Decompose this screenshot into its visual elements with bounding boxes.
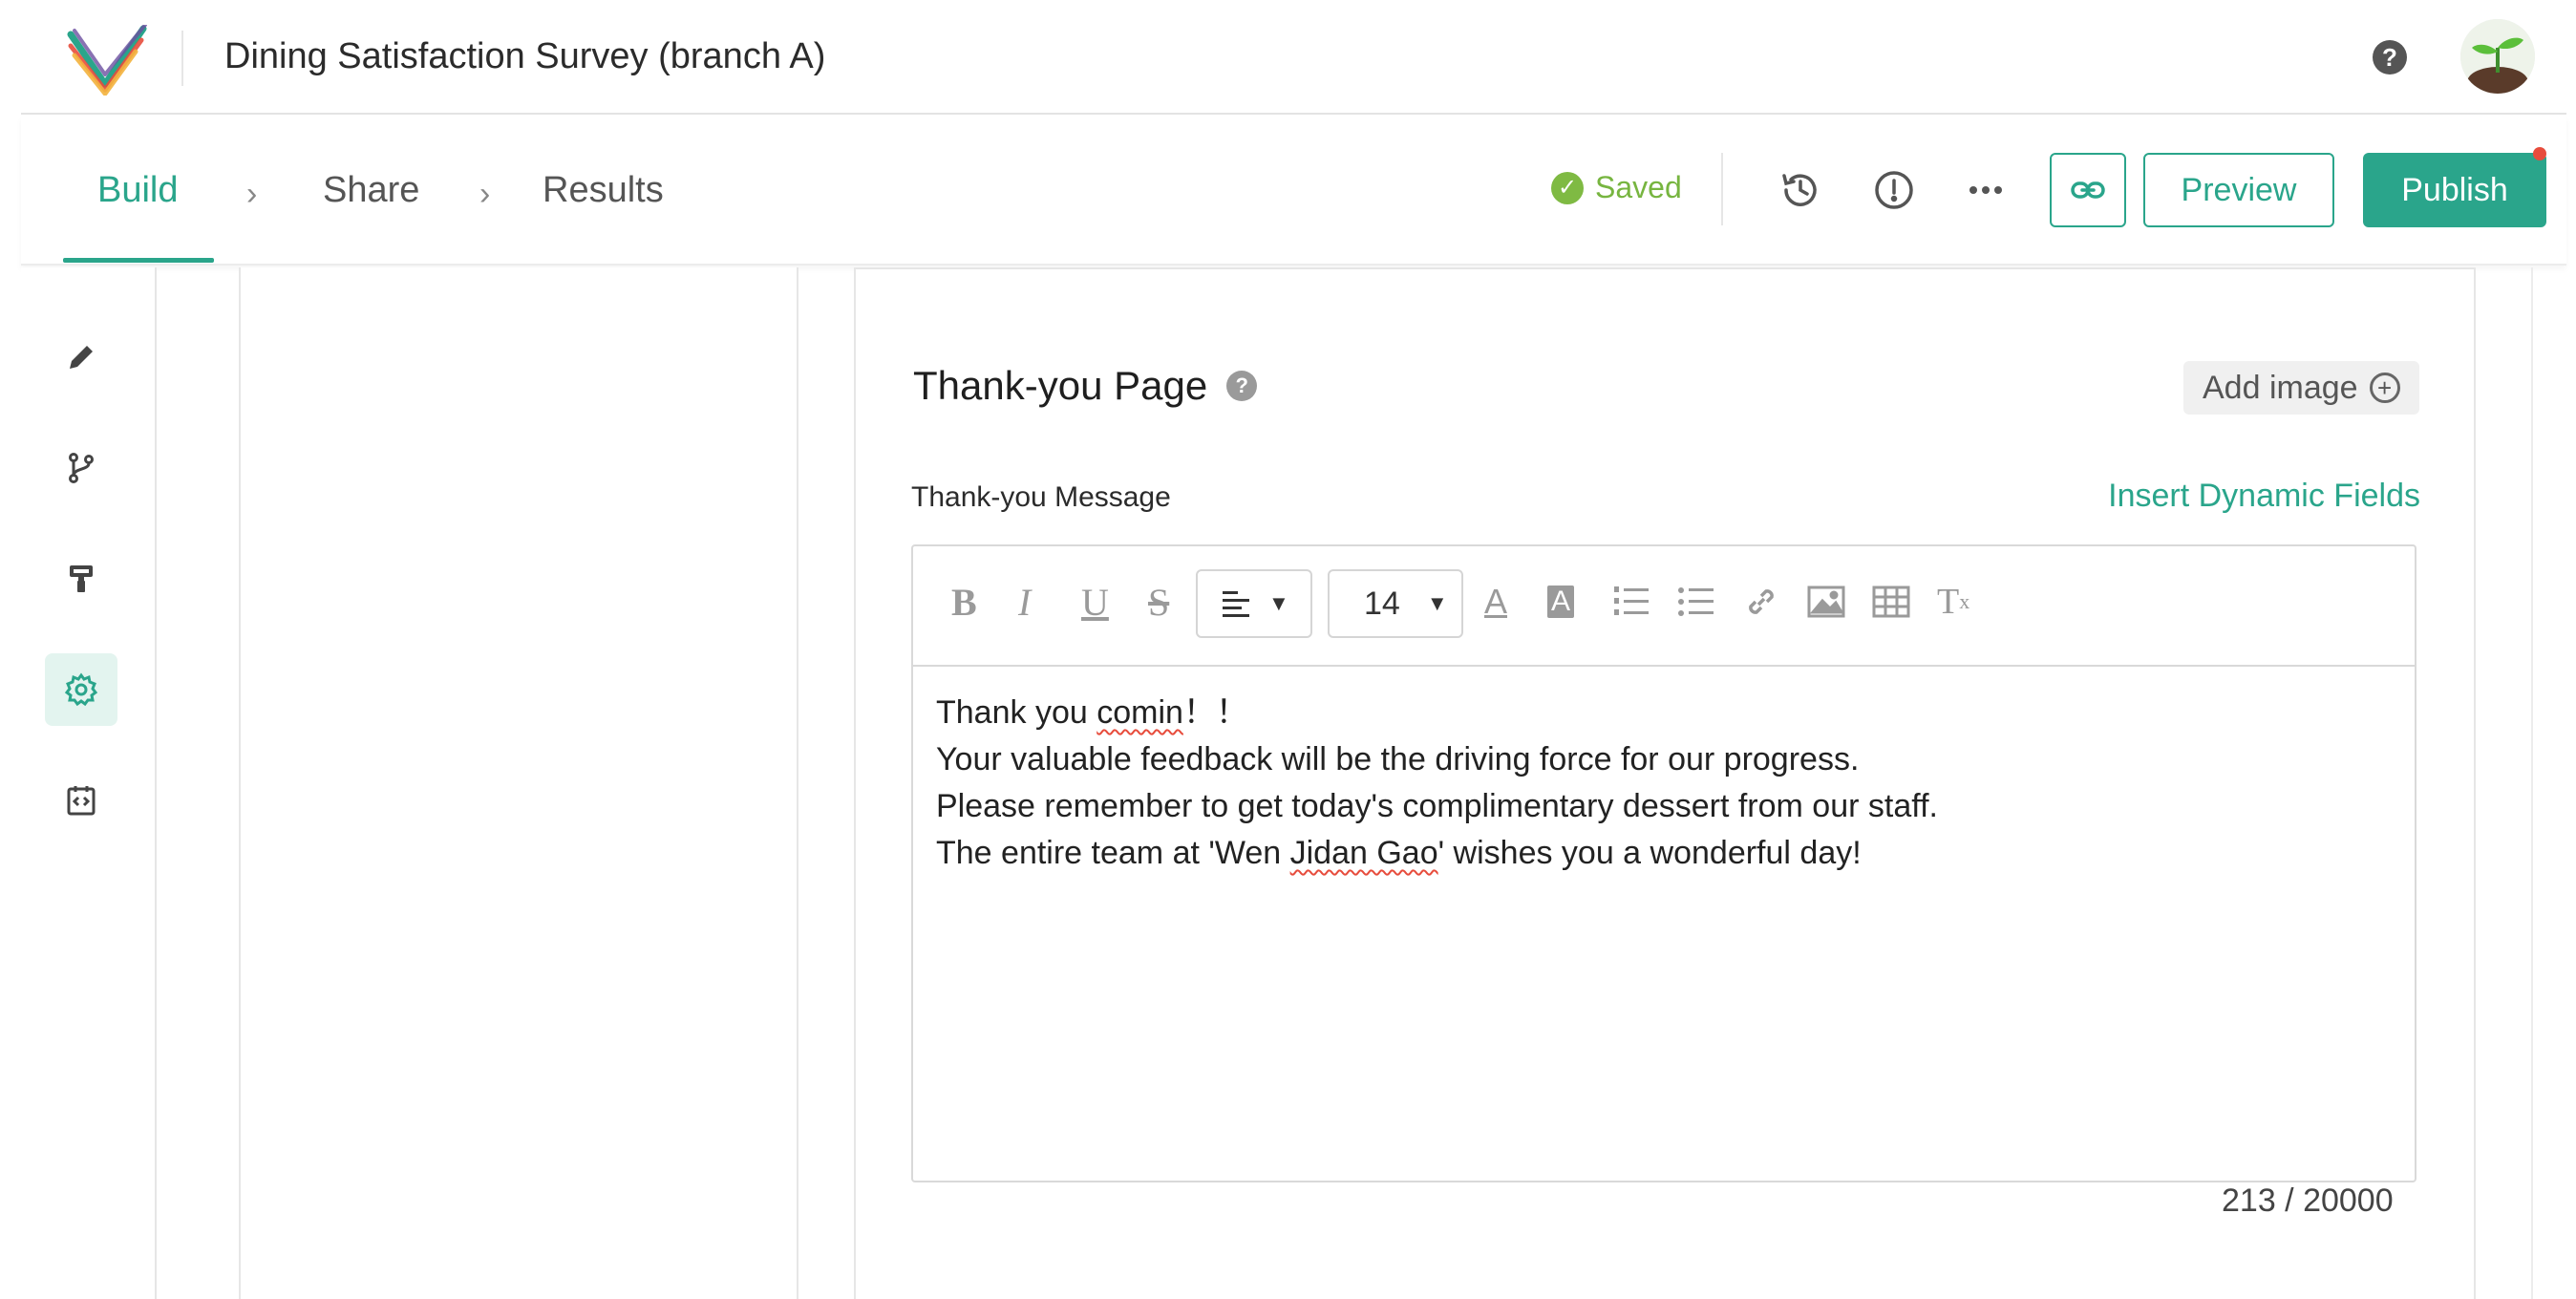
chevron-right-icon: › — [246, 176, 258, 212]
message-line: The entire team at 'Wen Jidan Gao' wishe… — [936, 835, 1862, 871]
editor-toolbar: B I U S ▼ 14 ▼ A A T x — [913, 546, 2415, 667]
caret-down-icon: ▼ — [1426, 591, 1448, 615]
question-list-panel — [239, 267, 798, 1299]
insert-image-icon[interactable] — [1807, 573, 1845, 630]
align-left-icon — [1223, 591, 1249, 617]
message-label: Thank-you Message — [911, 481, 1171, 513]
strikethrough-icon[interactable]: S — [1148, 573, 1169, 630]
chevron-right-icon: › — [479, 176, 491, 212]
rich-text-editor[interactable]: B I U S ▼ 14 ▼ A A T x Thank you comin！！… — [911, 544, 2416, 1182]
gear-icon — [64, 672, 98, 707]
message-content[interactable]: Thank you comin！！ Your valuable feedback… — [913, 667, 2415, 900]
more-icon[interactable] — [1962, 166, 2010, 214]
link-icon — [2071, 181, 2105, 199]
add-image-label: Add image — [2203, 369, 2358, 406]
font-size-dropdown[interactable]: 14 ▼ — [1328, 569, 1463, 638]
rail-item-settings[interactable] — [45, 653, 117, 726]
save-status: ✓ Saved — [1551, 170, 1682, 205]
bullet-list-icon[interactable] — [1677, 573, 1715, 630]
message-line: Your valuable feedback will be the drivi… — [936, 741, 1860, 777]
user-avatar[interactable] — [2460, 19, 2535, 94]
message-line: Thank you comin！！ — [936, 694, 1248, 731]
highlight-color-icon[interactable]: A — [1547, 573, 1575, 630]
paint-roller-icon — [70, 565, 93, 592]
survey-title: Dining Satisfaction Survey (branch A) — [224, 36, 826, 76]
plus-circle-icon: + — [2369, 373, 2400, 403]
thankyou-page-title: Thank-you Page — [913, 363, 1208, 408]
rail-item-edit[interactable] — [45, 321, 117, 394]
caret-down-icon: ▼ — [1268, 591, 1289, 615]
section-title: Thank-you Page ? — [913, 363, 1258, 409]
active-step-indicator — [63, 258, 214, 263]
top-header: Dining Satisfaction Survey (branch A) ? — [21, 0, 2566, 115]
rail-item-theme[interactable] — [45, 543, 117, 615]
font-size-value: 14 — [1364, 585, 1400, 622]
rail-item-logic[interactable] — [45, 432, 117, 504]
saved-label: Saved — [1595, 170, 1682, 204]
app-logo-icon[interactable] — [67, 23, 147, 96]
left-sidebar — [21, 267, 157, 1299]
scrollbar-track[interactable] — [2531, 267, 2533, 1299]
insert-link-icon[interactable] — [1742, 573, 1780, 630]
branch-icon — [69, 453, 94, 483]
step-toolbar: Build › Share › Results ✓ Saved Preview … — [21, 117, 2566, 266]
underline-icon[interactable]: U — [1081, 573, 1109, 630]
question-help-icon[interactable]: ? — [1226, 371, 1258, 401]
message-line: Please remember to get today's complimen… — [936, 788, 1938, 824]
code-icon — [67, 786, 96, 816]
publish-button[interactable]: Publish — [2363, 153, 2546, 227]
thankyou-settings-card: Thank-you Page ? Add image + Thank-you M… — [854, 267, 2476, 1299]
align-dropdown[interactable]: ▼ — [1196, 569, 1312, 638]
step-share[interactable]: Share — [323, 170, 419, 211]
character-counter: 213 / 20000 — [2222, 1182, 2394, 1219]
spellcheck-flag: Jidan Gao — [1289, 835, 1438, 871]
help-icon[interactable]: ? — [2373, 40, 2407, 75]
check-circle-icon: ✓ — [1551, 171, 1584, 204]
rail-item-embed[interactable] — [45, 764, 117, 837]
add-image-button[interactable]: Add image + — [2183, 361, 2419, 415]
toolbar-divider — [1721, 153, 1723, 225]
font-color-icon[interactable]: A — [1484, 573, 1507, 630]
step-results[interactable]: Results — [543, 170, 664, 211]
preview-button[interactable]: Preview — [2143, 153, 2334, 227]
spellcheck-flag: comin — [1096, 694, 1183, 731]
bold-icon[interactable]: B — [951, 573, 977, 630]
notification-dot — [2533, 147, 2546, 160]
italic-icon[interactable]: I — [1018, 573, 1031, 630]
insert-table-icon[interactable] — [1872, 573, 1910, 630]
warning-icon[interactable] — [1870, 166, 1918, 214]
copy-link-button[interactable] — [2050, 153, 2126, 227]
pencil-icon — [70, 346, 93, 369]
header-divider — [181, 31, 183, 86]
insert-dynamic-fields-link[interactable]: Insert Dynamic Fields — [2108, 478, 2420, 515]
history-icon[interactable] — [1777, 166, 1824, 214]
step-build[interactable]: Build — [97, 170, 179, 211]
clear-format-icon[interactable]: Tx — [1937, 573, 1969, 630]
ordered-list-icon[interactable] — [1612, 573, 1650, 630]
